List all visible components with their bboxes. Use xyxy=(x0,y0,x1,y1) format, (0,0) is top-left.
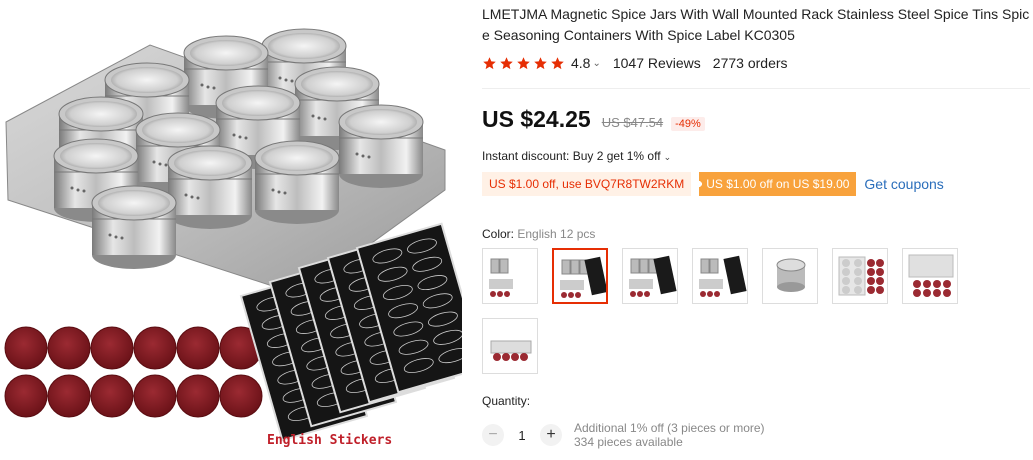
star-icon xyxy=(517,56,530,69)
color-selected-value: English 12 pcs xyxy=(517,227,596,241)
spice-tin xyxy=(167,145,253,229)
decrease-quantity-button[interactable]: − xyxy=(482,424,504,446)
magnet-sticker xyxy=(90,326,134,370)
get-coupons-link[interactable]: Get coupons xyxy=(864,176,943,192)
chevron-down-icon[interactable]: ⌄ xyxy=(592,58,600,69)
star-icon xyxy=(500,56,513,69)
instant-discount[interactable]: Instant discount: Buy 2 get 1% off ⌄ xyxy=(482,149,671,163)
spice-tin xyxy=(338,104,424,188)
quantity-input[interactable] xyxy=(504,426,540,444)
star-icon xyxy=(483,56,496,69)
quantity-stepper: − + Additional 1% off (3 pieces or more)… xyxy=(482,421,765,449)
magnet-sticker xyxy=(47,326,91,370)
swatch-thumbnail xyxy=(490,340,532,361)
chevron-down-icon: ⌄ xyxy=(663,152,672,162)
color-swatch[interactable] xyxy=(482,318,538,374)
product-info-panel: LMETJMA Magnetic Spice Jars With Wall Mo… xyxy=(482,0,1033,455)
color-label-text: Color: xyxy=(482,227,515,241)
quantity-label: Quantity: xyxy=(482,394,531,408)
magnet-sticker xyxy=(47,374,91,418)
swatch-thumbnail xyxy=(560,256,606,298)
rating-row: 4.8 ⌄ 1047 Reviews 2773 orders xyxy=(482,54,788,72)
star-icon xyxy=(534,56,547,69)
magnet-sticker xyxy=(219,374,263,418)
spice-tin xyxy=(91,185,177,269)
magnet-sticker xyxy=(4,374,48,418)
quantity-notes: Additional 1% off (3 pieces or more) 334… xyxy=(574,421,765,449)
original-price: US $47.54 xyxy=(601,115,664,130)
magnet-sticker xyxy=(176,374,220,418)
coupon-code-badge[interactable]: US $1.00 off, use BVQ7R8TW2RKM xyxy=(482,172,692,196)
reviews-link[interactable]: 1047 Reviews xyxy=(613,55,701,71)
orders-count: 2773 orders xyxy=(712,55,788,71)
color-swatch[interactable] xyxy=(692,248,748,304)
product-title: LMETJMA Magnetic Spice Jars With Wall Mo… xyxy=(482,6,1030,43)
increase-quantity-button[interactable]: + xyxy=(540,424,562,446)
magnet-sticker xyxy=(133,326,177,370)
magnet-sticker xyxy=(4,326,48,370)
magnet-sticker xyxy=(176,326,220,370)
swatch-thumbnail xyxy=(838,256,884,296)
swatch-thumbnail xyxy=(776,258,806,292)
star-icon xyxy=(551,56,564,69)
coupon-row: US $1.00 off, use BVQ7R8TW2RKM US $1.00 … xyxy=(482,172,944,196)
magnet-sticker xyxy=(133,374,177,418)
rating-stars xyxy=(482,56,565,71)
swatch-thumbnail xyxy=(489,258,513,297)
current-price: US $24.25 xyxy=(482,106,591,132)
spice-tin xyxy=(254,140,340,224)
color-label: Color: English 12 pcs xyxy=(482,227,595,241)
divider xyxy=(482,88,1030,89)
discount-badge: -49% xyxy=(671,117,705,131)
swatch-thumbnail xyxy=(629,255,677,297)
store-coupon-badge[interactable]: US $1.00 off on US $19.00 xyxy=(699,172,857,196)
swatch-thumbnail xyxy=(699,255,747,297)
product-main-image[interactable]: English Stickers xyxy=(0,0,485,455)
image-caption: English Stickers xyxy=(267,433,392,448)
color-swatch[interactable] xyxy=(762,248,818,304)
color-swatch[interactable] xyxy=(482,248,538,304)
rating-value[interactable]: 4.8 xyxy=(571,55,590,71)
stock-available: 334 pieces available xyxy=(574,435,683,449)
price-row: US $24.25 US $47.54 -49% xyxy=(482,106,705,133)
color-swatch[interactable] xyxy=(622,248,678,304)
product-photo: English Stickers xyxy=(4,28,485,448)
bulk-discount-note: Additional 1% off (3 pieces or more) xyxy=(574,421,765,435)
color-swatch[interactable] xyxy=(832,248,888,304)
swatch-thumbnail xyxy=(908,254,954,297)
magnet-sticker xyxy=(90,374,134,418)
instant-discount-text: Instant discount: Buy 2 get 1% off xyxy=(482,149,661,163)
color-swatch[interactable] xyxy=(552,248,608,304)
color-swatch[interactable] xyxy=(902,248,958,304)
